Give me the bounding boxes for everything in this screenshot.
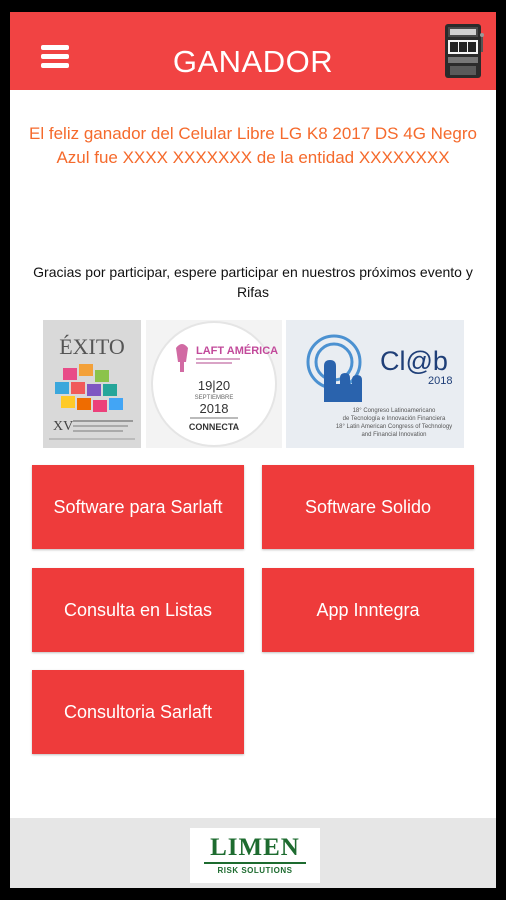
logo-text: LIMEN <box>210 834 300 861</box>
app-header: GANADOR <box>10 12 496 90</box>
footer: LIMEN RISK SOLUTIONS <box>10 818 496 888</box>
software-solido-button[interactable]: Software Solido <box>262 465 474 549</box>
slot-machine-icon[interactable] <box>444 22 484 80</box>
laft-year: 2018 <box>200 401 229 416</box>
consulta-listas-button[interactable]: Consulta en Listas <box>32 568 244 652</box>
banner-clab-2018[interactable]: Cl@b 2018 18° Congreso Latinoamericano d… <box>286 320 464 448</box>
event-banners: ÉXITO XV LAFT AMÉRICA 19|20 SEPTIEMBRE 2… <box>43 320 464 448</box>
exito-numeral: XV <box>53 419 73 434</box>
clab-year: 2018 <box>428 375 452 387</box>
exito-title: ÉXITO <box>59 334 125 359</box>
logo-subtitle: RISK SOLUTIONS <box>217 866 293 875</box>
app-inntegra-button[interactable]: App Inntegra <box>262 568 474 652</box>
clab-banner-art: Cl@b 2018 18° Congreso Latinoamericano d… <box>286 320 464 448</box>
thanks-message: Gracias por participar, espere participa… <box>33 264 473 300</box>
winner-announcement: El feliz ganador del Celular Libre LG K8… <box>29 124 477 167</box>
consultoria-sarlaft-button[interactable]: Consultoria Sarlaft <box>32 670 244 754</box>
banner-exito[interactable]: ÉXITO XV <box>43 320 141 448</box>
clab-line3: 18° Latin American Congress of Technolog… <box>336 424 452 430</box>
exito-banner-art: ÉXITO XV <box>43 320 141 448</box>
laft-name: LAFT AMÉRICA <box>196 344 278 357</box>
laft-date: 19|20 <box>198 378 230 393</box>
clab-line4: and Financial Innovation <box>361 432 426 438</box>
banner-laft-america[interactable]: LAFT AMÉRICA 19|20 SEPTIEMBRE 2018 CONNE… <box>146 320 282 448</box>
software-sarlaft-button[interactable]: Software para Sarlaft <box>32 465 244 549</box>
logo-divider <box>204 862 306 864</box>
app-screen: GANADOR El feliz ganador del Celular Lib… <box>10 12 496 888</box>
clab-line1: 18° Congreso Latinoamericano <box>353 408 436 414</box>
laft-banner-art: LAFT AMÉRICA 19|20 SEPTIEMBRE 2018 CONNE… <box>146 320 282 448</box>
clab-brand: Cl@b <box>380 346 448 376</box>
page-title: GANADOR <box>172 44 334 79</box>
limen-logo: LIMEN RISK SOLUTIONS <box>190 828 320 883</box>
clab-line2: de Tecnología e Innovación Financiera <box>343 416 446 422</box>
laft-venue: CONNECTA <box>189 422 240 432</box>
